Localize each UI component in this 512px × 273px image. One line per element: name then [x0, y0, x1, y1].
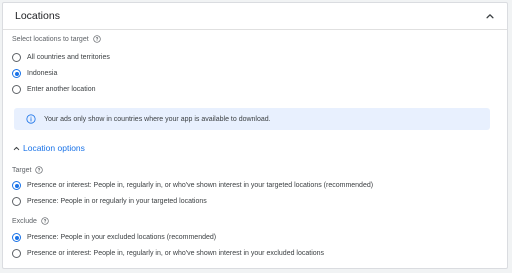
- radio-button[interactable]: [12, 197, 21, 206]
- radio-label: Presence: People in your excluded locati…: [27, 234, 217, 241]
- radio-enter-location[interactable]: Enter another location: [12, 85, 96, 94]
- radio-label: Enter another location: [27, 86, 96, 93]
- card-title: Locations: [15, 10, 60, 22]
- radio-label: Presence: People in or regularly in your…: [27, 198, 207, 205]
- radio-indonesia[interactable]: Indonesia: [12, 69, 57, 78]
- radio-button[interactable]: [12, 85, 21, 94]
- collapse-button[interactable]: [483, 9, 497, 23]
- chevron-up-icon: [13, 146, 20, 150]
- radio-button-selected[interactable]: [12, 181, 21, 190]
- radio-button[interactable]: [12, 249, 21, 258]
- help-icon[interactable]: [41, 217, 49, 225]
- chevron-up-icon: [486, 14, 494, 19]
- target-label: Target: [12, 166, 32, 174]
- radio-label: Presence or interest: People in, regular…: [27, 182, 374, 189]
- radio-target-presence-interest[interactable]: Presence or interest: People in, regular…: [12, 181, 373, 190]
- radio-button-selected[interactable]: [12, 233, 21, 242]
- target-label-row: Target: [12, 166, 44, 174]
- location-options-toggle[interactable]: Location options: [12, 143, 85, 153]
- radio-exclude-presence-interest[interactable]: Presence or interest: People in, regular…: [12, 249, 324, 258]
- radio-exclude-presence[interactable]: Presence: People in your excluded locati…: [12, 233, 216, 242]
- exclude-label: Exclude: [12, 217, 37, 225]
- location-options-label: Location options: [23, 143, 85, 153]
- card-header: Locations: [3, 3, 507, 30]
- select-locations-label-row: Select locations to target: [12, 35, 101, 43]
- radio-label: Indonesia: [27, 70, 58, 77]
- info-icon: [26, 114, 36, 124]
- help-icon[interactable]: [35, 166, 44, 174]
- radio-button[interactable]: [12, 53, 21, 62]
- radio-all-countries[interactable]: All countries and territories: [12, 53, 110, 62]
- radio-label: Presence or interest: People in, regular…: [27, 250, 325, 257]
- radio-label: All countries and territories: [27, 54, 110, 61]
- exclude-label-row: Exclude: [12, 217, 49, 225]
- info-banner-text: Your ads only show in countries where yo…: [44, 115, 271, 123]
- radio-target-presence[interactable]: Presence: People in or regularly in your…: [12, 197, 207, 206]
- radio-button-selected[interactable]: [12, 69, 21, 78]
- select-locations-label: Select locations to target: [12, 35, 89, 43]
- help-icon[interactable]: [92, 35, 101, 43]
- info-banner: Your ads only show in countries where yo…: [14, 108, 490, 130]
